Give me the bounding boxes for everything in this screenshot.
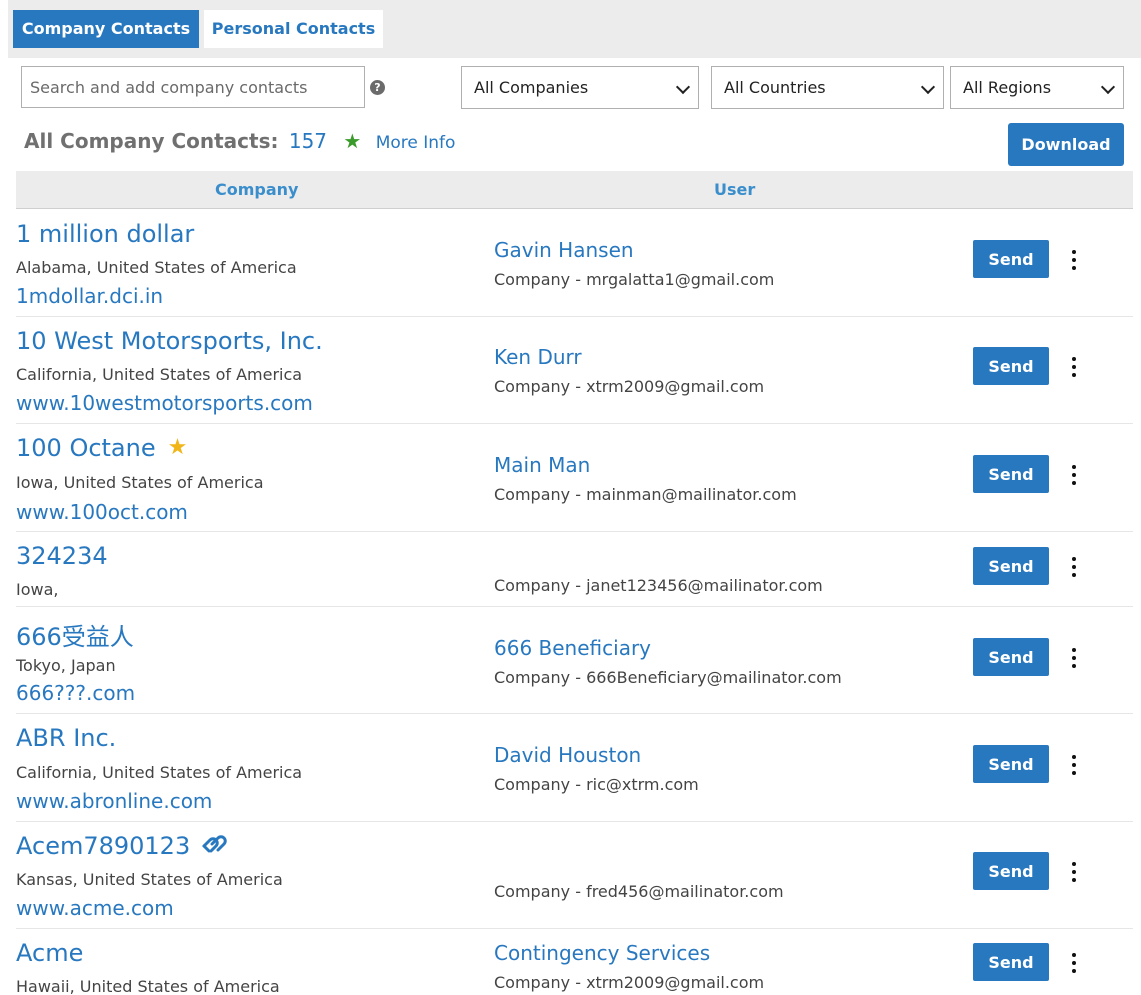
column-header-company[interactable]: Company — [215, 171, 298, 209]
company-location: California, United States of America — [16, 365, 303, 384]
more-options-icon[interactable] — [1064, 951, 1084, 975]
more-options-icon[interactable] — [1064, 463, 1084, 487]
user-email: Company - 666Beneficiary@mailinator.com — [494, 668, 842, 687]
user-name[interactable]: Ken Durr — [494, 345, 582, 369]
summary-label: All Company Contacts: — [24, 129, 279, 153]
company-location: Hawaii, United States of America — [16, 977, 280, 995]
company-url[interactable]: 1mdollar.dci.in — [16, 284, 163, 308]
regions-select-value: All Regions — [963, 78, 1052, 97]
company-name[interactable]: 666受益人 — [16, 617, 134, 652]
company-url[interactable]: www.10westmotorsports.com — [16, 391, 313, 415]
table-row: 10 West Motorsports, Inc. California, Un… — [16, 317, 1133, 424]
company-name[interactable]: Acme — [16, 939, 83, 967]
company-location: Tokyo, Japan — [16, 656, 116, 675]
chevron-down-icon — [1100, 79, 1116, 95]
user-name[interactable]: Gavin Hansen — [494, 238, 634, 262]
user-email: Company - janet123456@mailinator.com — [494, 576, 823, 595]
company-name-cell: 100 Octane ★ — [16, 434, 187, 462]
user-name[interactable]: Contingency Services — [494, 941, 710, 965]
send-button[interactable]: Send — [973, 347, 1049, 385]
gold-star-icon: ★ — [167, 435, 188, 460]
company-location: Kansas, United States of America — [16, 870, 283, 889]
more-options-icon[interactable] — [1064, 753, 1084, 777]
search-input[interactable] — [21, 66, 365, 108]
company-name-cell: Acem7890123 — [16, 832, 228, 860]
table-row: Acme Hawaii, United States of America Co… — [16, 929, 1133, 995]
send-button[interactable]: Send — [973, 547, 1049, 585]
companies-select[interactable]: All Companies — [461, 66, 699, 109]
table-row: 666受益人 Tokyo, Japan 666???.com 666 Benef… — [16, 607, 1133, 714]
company-url[interactable]: 666???.com — [16, 681, 135, 705]
more-info-link[interactable]: More Info — [376, 133, 456, 153]
send-button[interactable]: Send — [973, 745, 1049, 783]
star-icon: ★ — [343, 129, 362, 153]
chevron-down-icon — [920, 79, 936, 95]
table-header: Company User — [16, 171, 1133, 209]
company-location: Iowa, United States of America — [16, 473, 264, 492]
table-row: ABR Inc. California, United States of Am… — [16, 714, 1133, 822]
send-button[interactable]: Send — [973, 943, 1049, 981]
company-location: Alabama, United States of America — [16, 258, 297, 277]
tab-company-contacts[interactable]: Company Contacts — [13, 10, 199, 48]
more-options-icon[interactable] — [1064, 555, 1084, 579]
tab-bar: Company Contacts Personal Contacts — [8, 0, 1141, 58]
more-options-icon[interactable] — [1064, 860, 1084, 884]
more-options-icon[interactable] — [1064, 355, 1084, 379]
company-url[interactable]: www.abronline.com — [16, 789, 212, 813]
user-name[interactable]: 666 Beneficiary — [494, 636, 651, 660]
user-email: Company - xtrm2009@gmail.com — [494, 377, 765, 396]
user-email: Company - fred456@mailinator.com — [494, 882, 784, 901]
table-row: 100 Octane ★ Iowa, United States of Ameri… — [16, 424, 1133, 532]
company-location: Iowa, — [16, 580, 59, 599]
user-email: Company - ric@xtrm.com — [494, 775, 699, 794]
user-email: Company - mrgalatta1@gmail.com — [494, 270, 775, 289]
companies-select-value: All Companies — [474, 78, 589, 97]
company-name[interactable]: 324234 — [16, 542, 108, 570]
user-email: Company - xtrm2009@gmail.com — [494, 973, 765, 992]
table-row: 1 million dollar Alabama, United States … — [16, 210, 1133, 317]
send-button[interactable]: Send — [973, 240, 1049, 278]
user-email: Company - mainman@mailinator.com — [494, 485, 797, 504]
send-button[interactable]: Send — [973, 852, 1049, 890]
chevron-down-icon — [675, 79, 691, 95]
company-name[interactable]: 1 million dollar — [16, 220, 194, 248]
send-button[interactable]: Send — [973, 455, 1049, 493]
company-location: California, United States of America — [16, 763, 303, 782]
company-url[interactable]: www.100oct.com — [16, 500, 188, 524]
contacts-summary: All Company Contacts: 157 ★ More Info — [24, 127, 455, 155]
tab-personal-contacts[interactable]: Personal Contacts — [204, 10, 383, 48]
company-name[interactable]: 10 West Motorsports, Inc. — [16, 327, 323, 355]
column-header-user[interactable]: User — [714, 171, 755, 209]
question-icon[interactable]: ? — [370, 80, 385, 95]
table-row: 324234 Iowa, Company - janet123456@maili… — [16, 532, 1133, 607]
company-name[interactable]: ABR Inc. — [16, 724, 116, 752]
send-button[interactable]: Send — [973, 638, 1049, 676]
user-name[interactable]: Main Man — [494, 453, 590, 477]
table-row: Acem7890123 Kansas, United States of Ame… — [16, 822, 1133, 929]
more-options-icon[interactable] — [1064, 248, 1084, 272]
countries-select[interactable]: All Countries — [711, 66, 944, 109]
more-options-icon[interactable] — [1064, 646, 1084, 670]
user-name[interactable]: David Houston — [494, 743, 641, 767]
company-name[interactable]: 100 Octane — [16, 434, 156, 462]
company-url[interactable]: www.acme.com — [16, 896, 174, 920]
regions-select[interactable]: All Regions — [950, 66, 1124, 109]
countries-select-value: All Countries — [724, 78, 826, 97]
contacts-count: 157 — [288, 129, 328, 153]
download-button[interactable]: Download — [1008, 123, 1124, 166]
company-name[interactable]: Acem7890123 — [16, 832, 190, 860]
link-icon — [202, 835, 227, 853]
